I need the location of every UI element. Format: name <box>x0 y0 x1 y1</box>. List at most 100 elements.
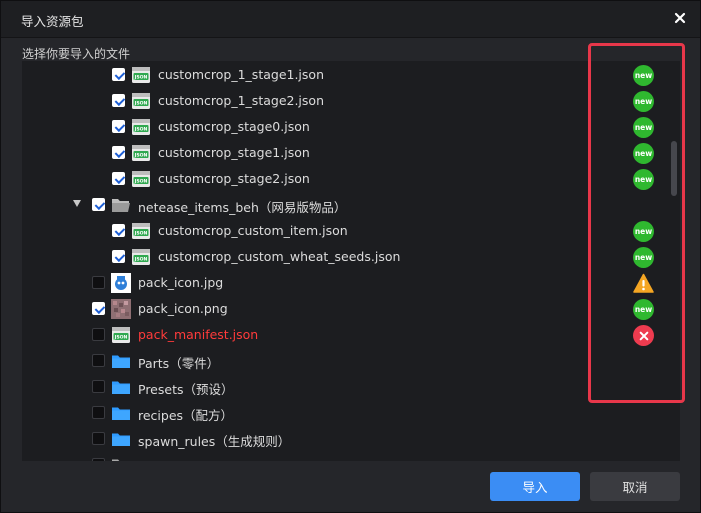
file-label: customcrop_stage1.json <box>158 145 310 160</box>
file-checkbox[interactable] <box>112 172 125 185</box>
error-icon <box>633 325 654 346</box>
file-checkbox[interactable] <box>92 302 105 315</box>
import-resource-pack-dialog: 导入资源包 选择你要导入的文件 JSON customcrop_1_stage1.… <box>0 0 701 513</box>
tree-row[interactable]: JSON pack_manifest.json <box>22 322 667 348</box>
new-badge-text: new <box>633 65 654 86</box>
dialog-title: 导入资源包 <box>21 14 84 29</box>
json-file-icon: JSON <box>131 247 151 267</box>
json-file-icon: JSON <box>131 117 151 137</box>
tree-row[interactable]: JSON customcrop_custom_item.json new <box>22 218 667 244</box>
file-label: recipes（配方） <box>138 408 234 423</box>
file-label: Presets（预设） <box>138 382 234 397</box>
file-select-caption: 选择你要导入的文件 <box>22 47 131 61</box>
file-checkbox[interactable] <box>92 328 105 341</box>
file-label: customcrop_custom_wheat_seeds.json <box>158 249 401 264</box>
svg-text:JSON: JSON <box>134 257 148 263</box>
new-badge-icon: new <box>633 221 654 242</box>
tree-row[interactable]: JSON customcrop_stage2.json new <box>22 166 667 192</box>
file-checkbox[interactable] <box>92 432 105 445</box>
folder-icon <box>111 377 131 397</box>
file-checkbox[interactable] <box>92 380 105 393</box>
new-badge-text: new <box>633 91 654 112</box>
file-checkbox[interactable] <box>92 458 105 461</box>
svg-text:JSON: JSON <box>114 335 128 341</box>
json-file-icon: JSON <box>131 169 151 189</box>
folder-icon <box>111 403 131 423</box>
tree-row[interactable] <box>22 452 667 461</box>
file-label: pack_icon.jpg <box>138 275 224 290</box>
new-badge-text: new <box>633 143 654 164</box>
tree-row[interactable]: spawn_rules（生成规则） <box>22 426 667 452</box>
file-checkbox[interactable] <box>92 406 105 419</box>
new-badge-text: new <box>633 299 654 320</box>
file-label: Parts（零件） <box>138 356 220 371</box>
new-badge-icon: new <box>633 299 654 320</box>
new-badge-icon: new <box>633 143 654 164</box>
close-icon <box>674 12 686 24</box>
import-button[interactable]: 导入 <box>490 472 580 501</box>
tree-row[interactable]: JSON customcrop_1_stage1.json new <box>22 62 667 88</box>
folder-icon <box>111 429 131 449</box>
tree-row[interactable]: JSON customcrop_custom_wheat_seeds.json ne… <box>22 244 667 270</box>
warning-icon <box>633 273 654 294</box>
file-label: customcrop_1_stage2.json <box>158 93 324 108</box>
file-checkbox[interactable] <box>112 68 125 81</box>
file-label: customcrop_custom_item.json <box>158 223 348 238</box>
image-file-icon <box>111 299 131 319</box>
folder-icon <box>111 351 131 371</box>
svg-text:JSON: JSON <box>134 127 148 133</box>
file-checkbox[interactable] <box>112 120 125 133</box>
file-label: pack_icon.png <box>138 301 228 316</box>
image-file-icon <box>111 273 131 293</box>
file-checkbox[interactable] <box>112 94 125 107</box>
file-tree[interactable]: JSON customcrop_1_stage1.json new JSON custo… <box>22 61 680 461</box>
close-button[interactable] <box>670 8 690 28</box>
new-badge-text: new <box>633 117 654 138</box>
json-file-icon: JSON <box>131 91 151 111</box>
new-badge-text: new <box>633 221 654 242</box>
file-checkbox[interactable] <box>92 276 105 289</box>
file-label: pack_manifest.json <box>138 327 259 342</box>
tree-row[interactable]: JSON customcrop_stage0.json new <box>22 114 667 140</box>
svg-text:JSON: JSON <box>134 231 148 237</box>
tree-row[interactable]: recipes（配方） <box>22 400 667 426</box>
tree-row[interactable]: pack_icon.png new <box>22 296 667 322</box>
file-label: netease_items_beh（网易版物品） <box>138 200 347 215</box>
file-checkbox[interactable] <box>112 250 125 263</box>
new-badge-text: new <box>633 169 654 190</box>
svg-text:JSON: JSON <box>134 101 148 107</box>
file-checkbox[interactable] <box>112 224 125 237</box>
new-badge-icon: new <box>633 91 654 112</box>
svg-text:JSON: JSON <box>134 179 148 185</box>
new-badge-icon: new <box>633 169 654 190</box>
new-badge-icon: new <box>633 117 654 138</box>
folder-icon <box>111 455 131 461</box>
tree-row[interactable]: Parts（零件） <box>22 348 667 374</box>
file-checkbox[interactable] <box>112 146 125 159</box>
folder-open-icon <box>111 195 131 215</box>
json-file-icon: JSON <box>131 143 151 163</box>
tree-row[interactable]: JSON customcrop_stage1.json new <box>22 140 667 166</box>
tree-row[interactable]: netease_items_beh（网易版物品） <box>22 192 667 218</box>
file-label: customcrop_stage2.json <box>158 171 310 186</box>
new-badge-text: new <box>633 247 654 268</box>
file-checkbox[interactable] <box>92 198 105 211</box>
title-bar: 导入资源包 <box>1 1 700 38</box>
scroll-thumb[interactable] <box>671 141 677 196</box>
tree-row[interactable]: Presets（预设） <box>22 374 667 400</box>
file-label: customcrop_1_stage1.json <box>158 67 324 82</box>
file-label: customcrop_stage0.json <box>158 119 310 134</box>
chevron-down-icon[interactable] <box>73 200 81 207</box>
file-checkbox[interactable] <box>92 354 105 367</box>
svg-text:JSON: JSON <box>134 75 148 81</box>
json-file-icon: JSON <box>131 221 151 241</box>
tree-row[interactable]: JSON customcrop_1_stage2.json new <box>22 88 667 114</box>
json-file-icon: JSON <box>111 325 131 345</box>
tree-row[interactable]: pack_icon.jpg <box>22 270 667 296</box>
new-badge-icon: new <box>633 65 654 86</box>
cancel-button[interactable]: 取消 <box>590 472 680 501</box>
json-file-icon: JSON <box>131 65 151 85</box>
svg-text:JSON: JSON <box>134 153 148 159</box>
tree-scrollbar[interactable] <box>669 61 680 461</box>
new-badge-icon: new <box>633 247 654 268</box>
